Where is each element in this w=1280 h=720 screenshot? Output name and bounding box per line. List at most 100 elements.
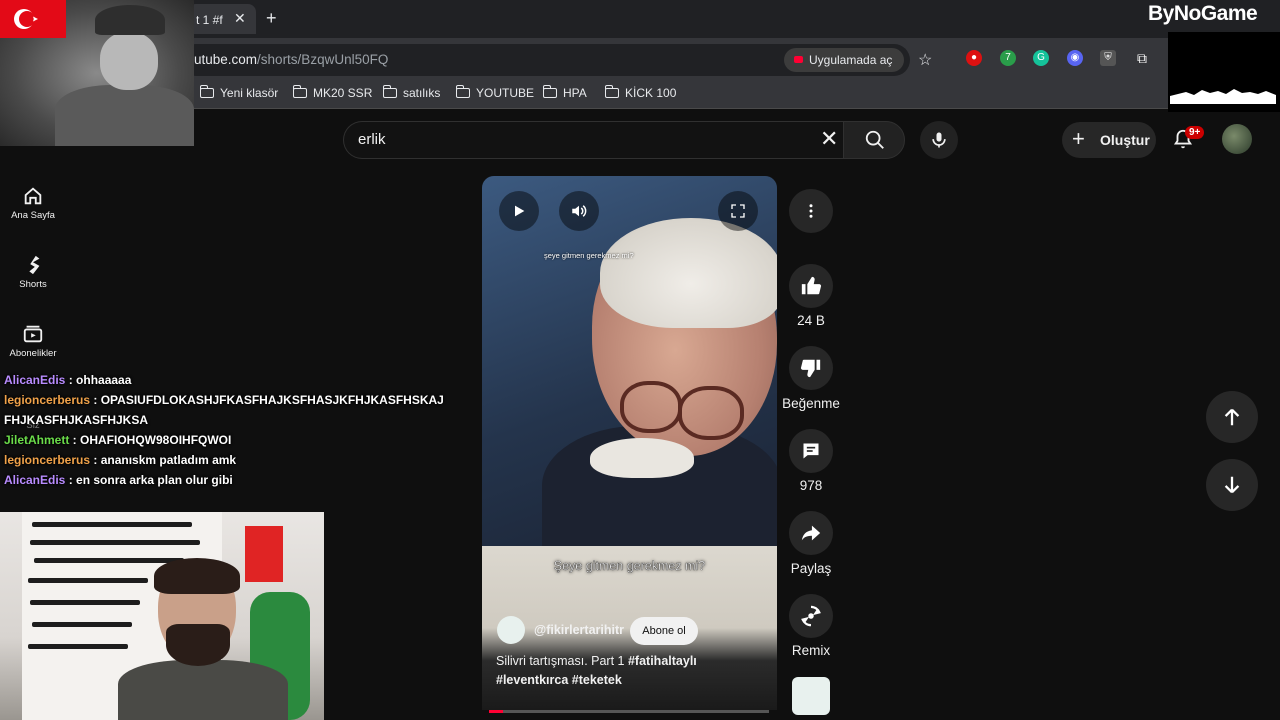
bookmark-folder[interactable]: MK20 SSR (292, 85, 372, 100)
sidebar-item-home[interactable]: Ana Sayfa (0, 185, 66, 221)
chat-username: legioncerberus (4, 393, 91, 407)
stream-chat: AlicanEdis : ohhaaaaa legioncerberus : OP… (4, 370, 444, 490)
comments-button[interactable] (789, 429, 833, 473)
fullscreen-icon (731, 204, 745, 218)
dislike-label: Beğenme (782, 396, 840, 411)
waveform-graphic (1170, 89, 1276, 104)
close-tab-icon[interactable]: ✕ (234, 10, 246, 27)
sidebar-item-subscriptions[interactable]: Abonelikler (0, 323, 66, 359)
extension-icon-green[interactable]: 7 (1000, 50, 1016, 66)
streamer-hair (154, 558, 240, 594)
chat-username: JiletAhmett (4, 433, 70, 447)
volume-button[interactable] (559, 191, 599, 231)
play-button[interactable] (499, 191, 539, 231)
create-button[interactable]: + Oluştur (1062, 122, 1156, 158)
microphone-icon (932, 132, 946, 148)
browser-tab[interactable]: t 1 #f ✕ (188, 4, 256, 34)
remix-button[interactable] (789, 594, 833, 638)
thumbs-up-icon (801, 276, 822, 295)
dislike-button[interactable] (789, 346, 833, 390)
url-text[interactable]: utube.com/shorts/BzqwUnl50FQ (194, 52, 388, 67)
fullscreen-button[interactable] (718, 191, 758, 231)
video-top-caption: şeye gitmen gerekmez mi? (544, 251, 634, 260)
short-caption[interactable]: Silivri tartışması. Part 1 #fatihaltaylı… (496, 652, 766, 690)
folder-icon (199, 85, 214, 98)
open-in-app-button[interactable]: Uygulamada aç (784, 48, 904, 72)
search-input[interactable] (343, 121, 843, 159)
subscriptions-icon (23, 325, 43, 343)
play-icon (515, 205, 525, 217)
shorts-icon (29, 255, 40, 275)
channel-name[interactable]: @fikirlertarihitr (534, 623, 624, 637)
youtube-app-icon (794, 56, 803, 63)
chat-text: OHAFIOHQW98OIHFQWOI (80, 433, 232, 447)
url-path: /shorts/BzqwUnl50FQ (257, 52, 389, 67)
sound-source-thumbnail[interactable] (792, 677, 830, 715)
rifle-shape (28, 644, 128, 649)
streamer (118, 558, 308, 720)
thumbs-down-icon (800, 359, 821, 378)
webcam-overlay (0, 512, 324, 720)
comment-count: 978 (799, 478, 823, 493)
share-button[interactable] (789, 511, 833, 555)
sidebar-item-label: Shorts (19, 279, 47, 290)
bookmark-folder[interactable]: YOUTUBE (455, 85, 534, 100)
shield-icon[interactable]: ⛨ (1100, 50, 1116, 66)
turkish-flag-image (0, 0, 66, 38)
previous-short-button[interactable] (1206, 391, 1258, 443)
next-short-button[interactable] (1206, 459, 1258, 511)
chat-text: ohhaaaaa (76, 373, 132, 387)
bookmark-star-icon[interactable]: ☆ (918, 50, 932, 70)
bookmark-folder[interactable]: HPA (542, 85, 587, 100)
plus-icon: + (1072, 126, 1085, 151)
video-progress-bar[interactable] (489, 710, 769, 713)
crescent-star-icon (14, 9, 38, 29)
voice-search-button[interactable] (920, 121, 958, 159)
channel-avatar[interactable] (497, 616, 525, 644)
rifle-shape (32, 522, 192, 527)
extensions-puzzle-icon[interactable]: ⧉ (1134, 50, 1150, 66)
home-icon (24, 187, 42, 205)
search-query[interactable]: erlik (358, 131, 386, 148)
video-frame-hair (600, 218, 777, 328)
folder-icon (292, 85, 307, 98)
sidebar-item-shorts[interactable]: Shorts (0, 254, 66, 290)
folder-icon (455, 85, 470, 98)
folder-icon (542, 85, 557, 98)
portrait-body (55, 85, 194, 146)
search-button[interactable] (843, 121, 905, 159)
sidebar-item-label: Abonelikler (9, 348, 57, 359)
chat-message: legioncerberus : OPASIUFDLOKASHJFKASFHAJ… (4, 393, 444, 427)
notification-badge: 9+ (1185, 126, 1205, 139)
arrow-down-icon (1224, 476, 1240, 494)
create-label: Oluştur (1100, 132, 1150, 148)
remix-icon (801, 605, 821, 627)
bynogame-logo: ByNoGame (1148, 2, 1258, 25)
search-icon (865, 130, 884, 149)
comment-icon (803, 443, 819, 459)
bookmark-folder[interactable]: satılıks (382, 85, 440, 100)
account-avatar[interactable] (1222, 124, 1252, 154)
arrow-up-icon (1224, 408, 1240, 426)
sidebar-item-label: Ana Sayfa (11, 210, 55, 221)
chat-message: JiletAhmett : OHAFIOHQW98OIHFQWOI (4, 433, 232, 447)
more-options-button[interactable] (789, 189, 833, 233)
grammarly-icon[interactable]: G (1033, 50, 1049, 66)
rifle-shape (32, 622, 132, 627)
video-frame-mustache (590, 438, 694, 478)
extension-icon-discord[interactable]: ◉ (1067, 50, 1083, 66)
chat-message: AlicanEdis : ohhaaaaa (4, 373, 132, 387)
url-host: utube.com (194, 52, 258, 67)
like-button[interactable] (789, 264, 833, 308)
bookmark-folder[interactable]: Yeni klasör (199, 85, 278, 100)
new-tab-icon[interactable]: + (266, 8, 277, 29)
volume-icon (572, 205, 587, 217)
clear-search-icon[interactable]: ✕ (820, 128, 838, 150)
video-frame-glasses (678, 386, 744, 440)
chat-message: legioncerberus : ananıskm patladım amk (4, 453, 237, 467)
bookmark-folder[interactable]: KİCK 100 (604, 85, 676, 100)
streamer-beard (166, 624, 230, 666)
subscribe-button[interactable]: Abone ol (630, 617, 698, 645)
extension-icon-red[interactable]: ● (966, 50, 982, 66)
folder-icon (382, 85, 397, 98)
